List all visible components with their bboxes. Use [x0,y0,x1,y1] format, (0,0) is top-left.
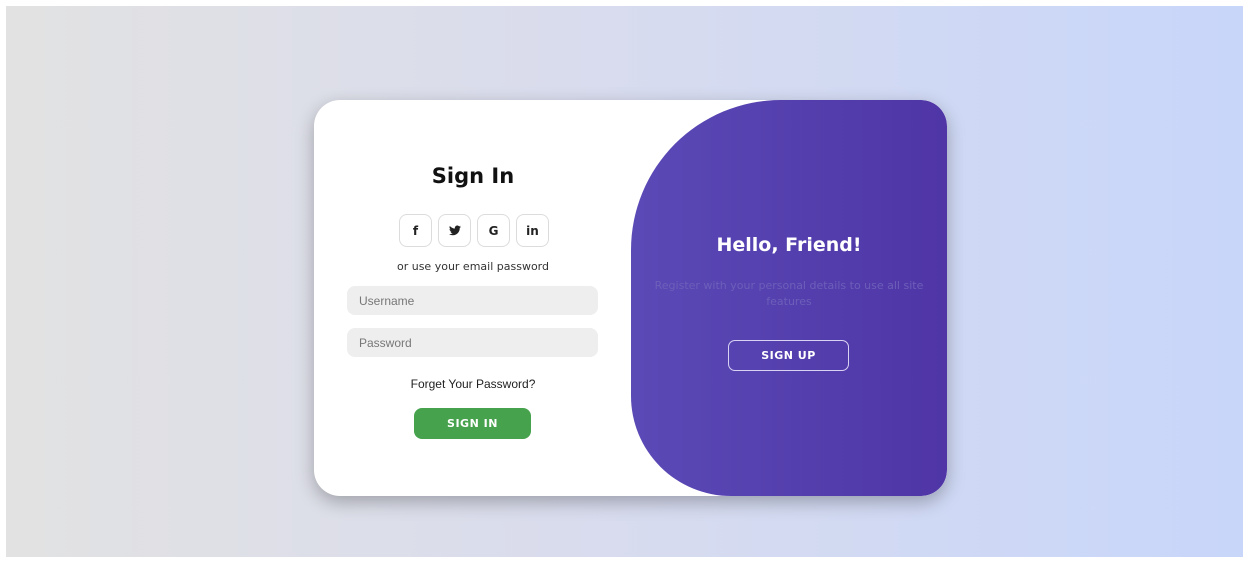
forgot-password-link[interactable]: Forget Your Password? [314,377,632,391]
password-input[interactable] [347,328,598,357]
facebook-icon: f [412,223,419,238]
email-option-text: or use your email password [396,260,549,273]
signin-title: Sign In [431,164,515,188]
welcome-panel: Hello, Friend! Register with your person… [631,100,947,496]
facebook-button[interactable]: f [399,214,432,247]
sign-up-button[interactable]: SIGN UP [728,340,849,371]
google-icon: G [488,223,499,238]
google-button[interactable]: G [477,214,510,247]
linkedin-icon: in [526,223,539,238]
linkedin-button[interactable]: in [516,214,549,247]
twitter-icon [448,225,461,236]
sign-in-button[interactable]: SIGN IN [414,408,531,439]
welcome-title: Hello, Friend! [716,234,862,256]
social-login-group: f G in [399,214,549,247]
twitter-button[interactable] [438,214,471,247]
username-input[interactable] [347,286,598,315]
page-background: Sign In f G in or use your email passwor… [6,6,1243,557]
welcome-text: Register with your personal details to u… [654,279,924,308]
auth-card: Sign In f G in or use your email passwor… [314,100,947,496]
signin-form: Sign In f G in or use your email passwor… [314,100,632,496]
